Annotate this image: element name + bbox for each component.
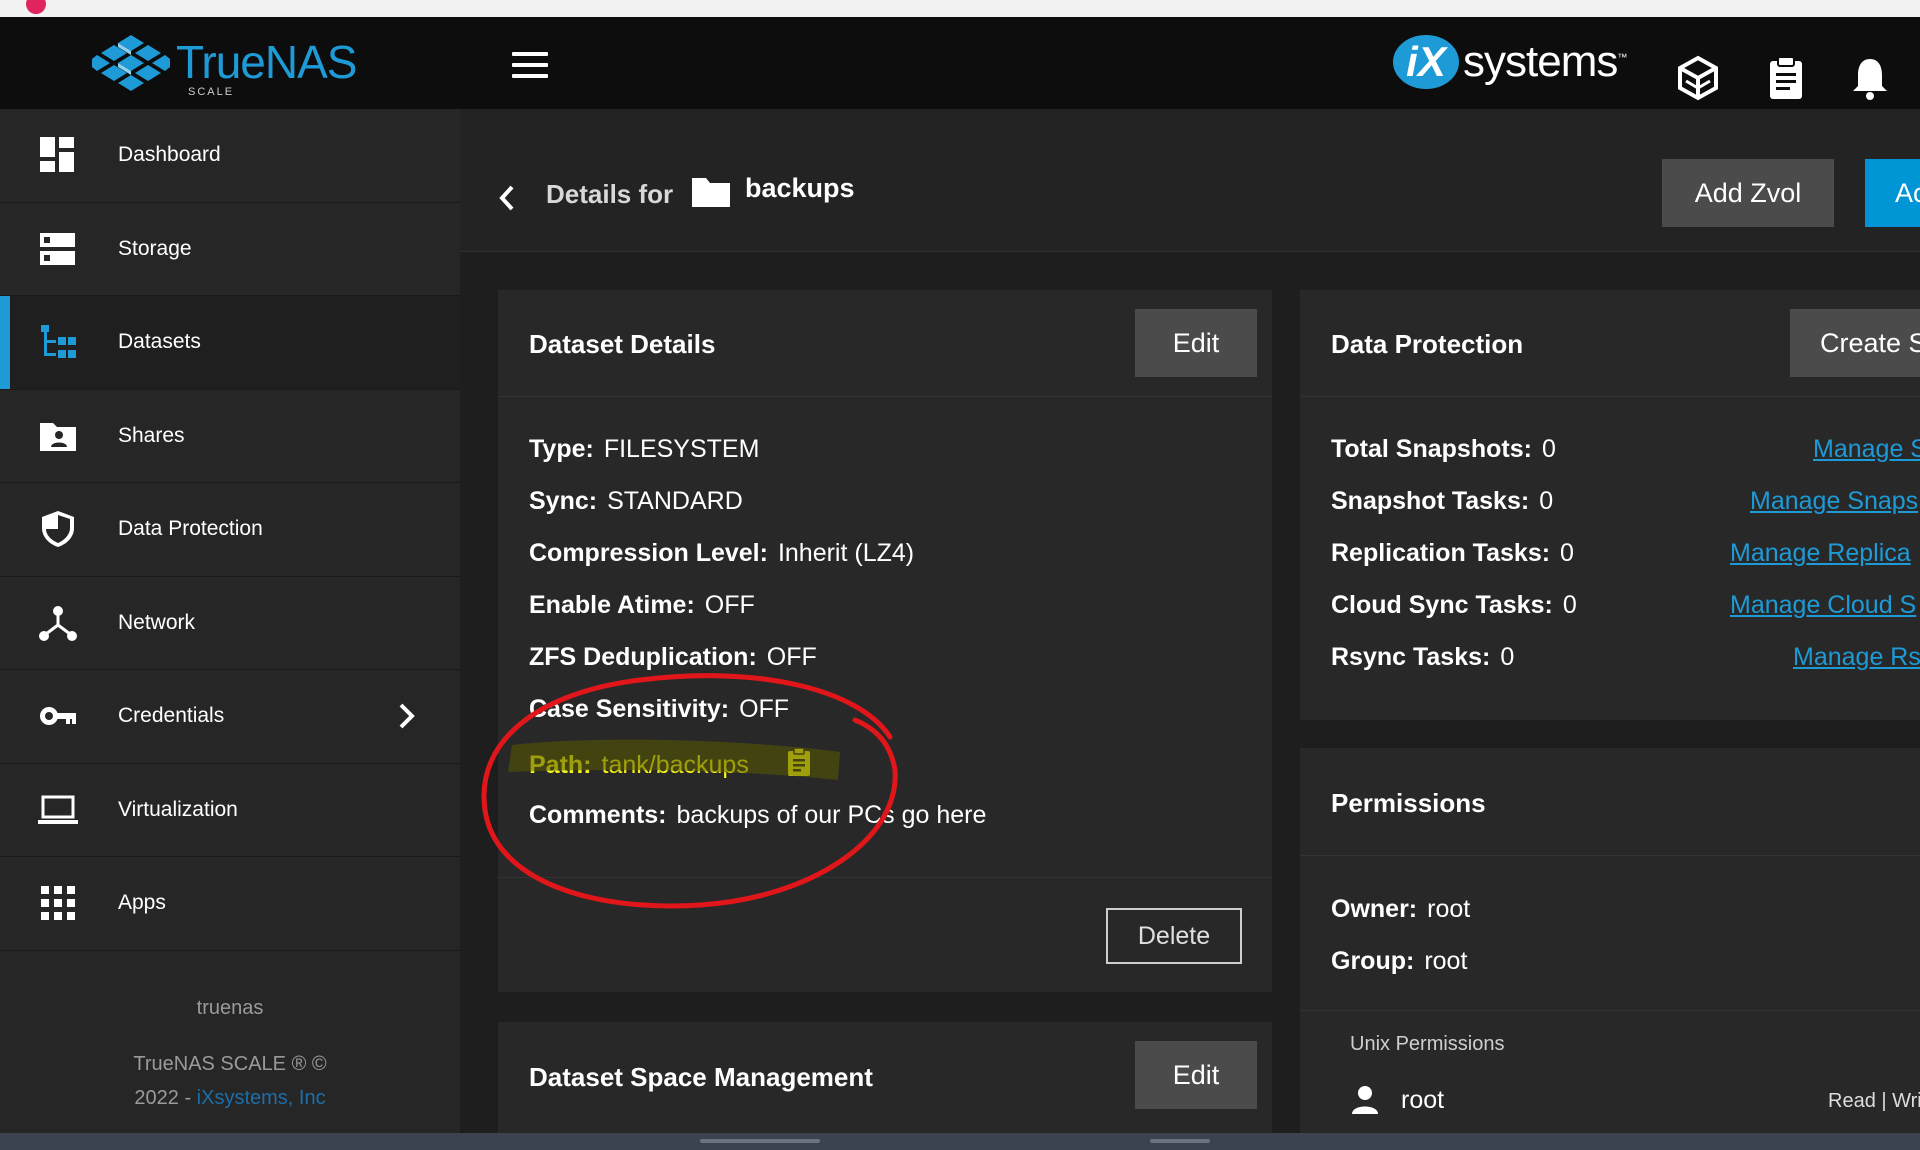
- add-zvol-button[interactable]: Add Zvol: [1662, 159, 1834, 227]
- manage-cloud-sync-link[interactable]: Manage Cloud S: [1730, 591, 1916, 620]
- ix-logo-icon: iX: [1393, 35, 1459, 89]
- space-management-card: Dataset Space Management Edit: [498, 1022, 1272, 1133]
- datasets-icon: [41, 325, 76, 359]
- top-bar: TrueNAS SCALE iX systems™: [0, 17, 1920, 109]
- detail-row-case-sensitivity: Case Sensitivity: OFF: [529, 695, 790, 723]
- protection-row-cloud-sync-tasks: Cloud Sync Tasks: 0: [1331, 591, 1577, 619]
- hostname: truenas: [196, 997, 264, 1019]
- permissions-card: Permissions Owner: root Group: root Unix P…: [1300, 748, 1920, 1133]
- sidebar-item-credentials[interactable]: Credentials: [0, 670, 460, 764]
- sidebar-item-label: Storage: [118, 236, 192, 260]
- browser-tab-strip: [0, 0, 1920, 17]
- edit-details-button[interactable]: Edit: [1135, 309, 1257, 377]
- logo-wordmark: TrueNAS: [176, 36, 357, 88]
- back-chevron-icon[interactable]: [496, 181, 518, 215]
- laptop-icon: [38, 795, 78, 824]
- sidebar-item-data-protection[interactable]: Data Protection: [0, 483, 460, 577]
- sidebar-item-network[interactable]: Network: [0, 577, 460, 670]
- truecommand-icon[interactable]: [1676, 55, 1720, 101]
- detail-row-compression: Compression Level: Inherit (LZ4): [529, 539, 915, 567]
- sidebar-item-label: Datasets: [118, 330, 201, 354]
- chevron-right-icon[interactable]: [396, 701, 418, 731]
- protection-row-replication-tasks: Replication Tasks: 0: [1331, 539, 1574, 567]
- clipboard-icon[interactable]: [1764, 55, 1808, 101]
- sidebar-item-apps[interactable]: Apps: [0, 857, 460, 951]
- sidebar-item-shares[interactable]: Shares: [0, 390, 460, 483]
- truenas-logo-icon: [92, 35, 170, 91]
- folder-icon: [692, 178, 730, 207]
- copyright-line: TrueNAS SCALE ® ©: [133, 1053, 327, 1075]
- sidebar: Dashboard Storage Datasets Shares Data P…: [0, 109, 460, 1133]
- bell-icon[interactable]: [1848, 55, 1892, 101]
- ix-trademark: ™: [1617, 52, 1627, 64]
- shield-icon: [42, 511, 74, 548]
- unix-permissions-label: Unix Permissions: [1350, 1033, 1505, 1055]
- card-title: Dataset Space Management: [529, 1062, 873, 1092]
- user-icon: [1352, 1086, 1378, 1114]
- dataset-details-card: Dataset Details Edit Type: FILESYSTEM Syn…: [498, 290, 1272, 992]
- truenas-logo[interactable]: TrueNAS SCALE: [92, 33, 357, 98]
- protection-row-total-snapshots: Total Snapshots: 0: [1331, 435, 1556, 463]
- edit-space-button[interactable]: Edit: [1135, 1041, 1257, 1109]
- browser-favicon-icon: [26, 0, 46, 14]
- detail-row-comments: Comments: backups of our PCs go here: [529, 801, 987, 829]
- apps-grid-icon: [41, 886, 75, 921]
- manage-rsync-link[interactable]: Manage Rs: [1793, 643, 1920, 672]
- sidebar-item-label: Virtualization: [118, 797, 238, 821]
- copy-path-icon[interactable]: [786, 747, 812, 777]
- manage-replication-link[interactable]: Manage Replica: [1730, 539, 1911, 568]
- ixsystems-logo[interactable]: iX systems™: [1393, 35, 1627, 89]
- detail-row-dedup: ZFS Deduplication: OFF: [529, 643, 817, 671]
- details-for-label: Details for: [546, 179, 674, 209]
- sidebar-item-storage[interactable]: Storage: [0, 203, 460, 296]
- create-snapshot-button[interactable]: Create S: [1790, 309, 1920, 377]
- manage-snapshots-link[interactable]: Manage S: [1813, 435, 1920, 464]
- menu-toggle-button[interactable]: [512, 52, 548, 80]
- sidebar-item-dashboard[interactable]: Dashboard: [0, 109, 460, 203]
- ix-wordmark: systems: [1463, 37, 1618, 86]
- sidebar-item-label: Dashboard: [118, 143, 221, 167]
- sidebar-item-virtualization[interactable]: Virtualization: [0, 764, 460, 857]
- detail-row-type: Type: FILESYSTEM: [529, 435, 760, 463]
- card-title: Dataset Details: [529, 329, 716, 359]
- detail-row-path: Path: tank/backups: [529, 747, 812, 780]
- page-header: Details for backups Add Zvol Ac: [460, 109, 1920, 252]
- dashboard-icon: [40, 137, 74, 173]
- network-icon: [39, 605, 77, 641]
- permission-user-name: root: [1401, 1086, 1445, 1114]
- shares-icon: [40, 422, 76, 451]
- data-protection-card: Data Protection Create S Total Snapshots…: [1300, 290, 1920, 720]
- key-icon: [40, 707, 76, 726]
- bottom-scrollbar[interactable]: [0, 1133, 1920, 1150]
- permission-row-owner: Owner: root: [1331, 895, 1471, 923]
- protection-row-snapshot-tasks: Snapshot Tasks: 0: [1331, 487, 1554, 515]
- copyright: TrueNAS SCALE ® © 2022 - iXsystems, Inc: [0, 1047, 460, 1115]
- copyright-year: 2022 -: [134, 1087, 197, 1109]
- page-title: backups: [745, 173, 855, 203]
- sidebar-item-label: Data Protection: [118, 517, 263, 541]
- sidebar-item-label: Apps: [118, 891, 166, 915]
- ixsystems-link[interactable]: iXsystems, Inc: [197, 1087, 326, 1109]
- storage-icon: [40, 232, 75, 265]
- logo-subtitle: SCALE: [188, 86, 235, 98]
- sidebar-item-label: Shares: [118, 423, 185, 447]
- permission-user-access: Read | Wri: [1828, 1090, 1920, 1112]
- detail-row-sync: Sync: STANDARD: [529, 487, 743, 515]
- sidebar-item-label: Credentials: [118, 704, 225, 728]
- protection-row-rsync-tasks: Rsync Tasks: 0: [1331, 643, 1515, 671]
- card-title: Data Protection: [1331, 329, 1524, 359]
- sidebar-item-label: Network: [118, 610, 196, 634]
- card-title: Permissions: [1331, 788, 1486, 818]
- add-dataset-button[interactable]: Ac: [1865, 159, 1920, 227]
- permission-row-group: Group: root: [1331, 947, 1468, 975]
- manage-snapshot-tasks-link[interactable]: Manage Snaps: [1750, 487, 1918, 516]
- detail-row-atime: Enable Atime: OFF: [529, 591, 755, 619]
- sidebar-item-datasets[interactable]: Datasets: [0, 296, 460, 390]
- delete-button[interactable]: Delete: [1106, 908, 1242, 964]
